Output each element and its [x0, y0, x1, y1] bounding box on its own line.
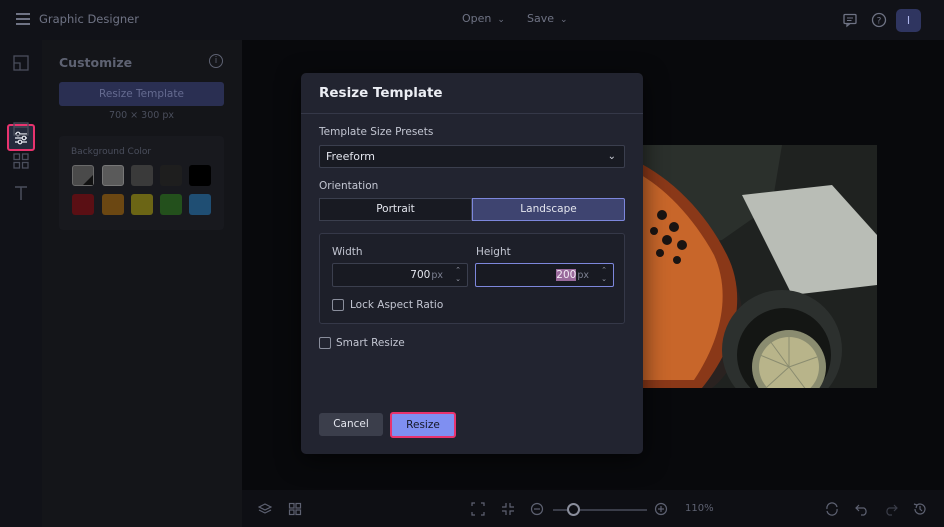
elements-icon[interactable]: [12, 152, 30, 170]
undo-icon[interactable]: [855, 502, 869, 516]
cancel-button[interactable]: Cancel: [319, 413, 383, 436]
avatar[interactable]: I: [896, 9, 921, 32]
swatch-blue[interactable]: [189, 194, 211, 215]
height-label: Height: [476, 246, 511, 258]
auto-arrange-icon[interactable]: [825, 502, 839, 516]
fit-screen-icon[interactable]: [471, 502, 485, 516]
color-picker-icon: [83, 175, 93, 185]
resize-template-dialog: Resize Template Template Size Presets Fr…: [301, 73, 643, 454]
svg-text:?: ?: [877, 17, 882, 27]
swatch-yellow[interactable]: [131, 194, 153, 215]
background-color-card: Background Color: [59, 136, 224, 230]
zoom-in-icon[interactable]: [654, 502, 668, 516]
swatch-orange[interactable]: [102, 194, 124, 215]
zoom-level[interactable]: 110%: [685, 503, 714, 514]
smart-resize-checkbox[interactable]: [319, 337, 331, 349]
collapse-icon[interactable]: [501, 502, 515, 516]
chevron-down-icon: ⌄: [607, 151, 616, 162]
template-size-preset-select[interactable]: Freeform ⌄: [319, 145, 625, 168]
chevron-down-icon: ⌄: [560, 15, 568, 25]
height-stepper[interactable]: ⌃ ⌄: [598, 266, 610, 284]
width-label: Width: [332, 246, 363, 258]
portrait-button[interactable]: Portrait: [319, 198, 472, 221]
background-color-label: Background Color: [71, 147, 152, 157]
save-menu[interactable]: Save ⌄: [527, 12, 568, 25]
layout-icon[interactable]: [12, 120, 30, 138]
presets-label: Template Size Presets: [319, 126, 434, 138]
templates-icon[interactable]: [12, 54, 30, 72]
info-icon[interactable]: i: [209, 54, 223, 68]
app-title: Graphic Designer: [39, 12, 139, 26]
chat-icon[interactable]: [842, 12, 858, 28]
panel-title: Customize: [59, 55, 133, 70]
swatch-gray[interactable]: [102, 165, 124, 186]
dimensions-box: Width 700px ⌃ ⌄ Height 200px ⌃ ⌄ Lock Aspe…: [319, 233, 625, 324]
smart-resize-label[interactable]: Smart Resize: [336, 337, 405, 349]
top-bar: Graphic Designer Open ⌄ Save ⌄ ? I: [0, 0, 944, 40]
swatch-custom[interactable]: [72, 165, 94, 186]
swatch-red[interactable]: [72, 194, 94, 215]
customize-panel: Customize i Resize Template 700 × 300 px…: [42, 40, 242, 527]
help-icon[interactable]: ?: [871, 12, 887, 28]
height-input[interactable]: 200px ⌃ ⌄: [475, 263, 614, 287]
tool-rail: [0, 40, 42, 527]
swatch-green[interactable]: [160, 194, 182, 215]
hamburger-menu-icon[interactable]: [16, 13, 30, 25]
swatch-dark-gray[interactable]: [131, 165, 153, 186]
width-value: 700: [410, 269, 431, 281]
layers-icon[interactable]: [258, 502, 272, 516]
redo-icon[interactable]: [884, 502, 898, 516]
template-image[interactable]: [632, 145, 877, 388]
lock-aspect-ratio-checkbox[interactable]: [332, 299, 344, 311]
swatch-black[interactable]: [189, 165, 211, 186]
open-label: Open: [462, 12, 492, 25]
height-value: 200: [556, 269, 577, 281]
save-label: Save: [527, 12, 555, 25]
dialog-divider: [301, 113, 643, 114]
zoom-slider-handle[interactable]: [567, 503, 580, 516]
lock-aspect-ratio-label[interactable]: Lock Aspect Ratio: [350, 299, 443, 311]
chevron-down-icon: ⌄: [497, 15, 505, 25]
history-icon[interactable]: [913, 502, 927, 516]
grid-icon[interactable]: [288, 502, 302, 516]
template-size-caption: 700 × 300 px: [109, 110, 174, 121]
open-menu[interactable]: Open ⌄: [462, 12, 505, 25]
resize-button[interactable]: Resize: [390, 412, 456, 438]
height-unit: px: [577, 270, 589, 281]
dialog-title: Resize Template: [319, 85, 443, 101]
landscape-button[interactable]: Landscape: [472, 198, 625, 221]
resize-template-button[interactable]: Resize Template: [59, 82, 224, 106]
orientation-label: Orientation: [319, 180, 379, 192]
text-icon[interactable]: [12, 184, 30, 202]
width-input[interactable]: 700px ⌃ ⌄: [332, 263, 468, 287]
width-unit: px: [431, 270, 443, 281]
width-stepper[interactable]: ⌃ ⌄: [452, 266, 464, 284]
swatch-charcoal[interactable]: [160, 165, 182, 186]
zoom-out-icon[interactable]: [530, 502, 544, 516]
preset-value: Freeform: [326, 150, 375, 163]
